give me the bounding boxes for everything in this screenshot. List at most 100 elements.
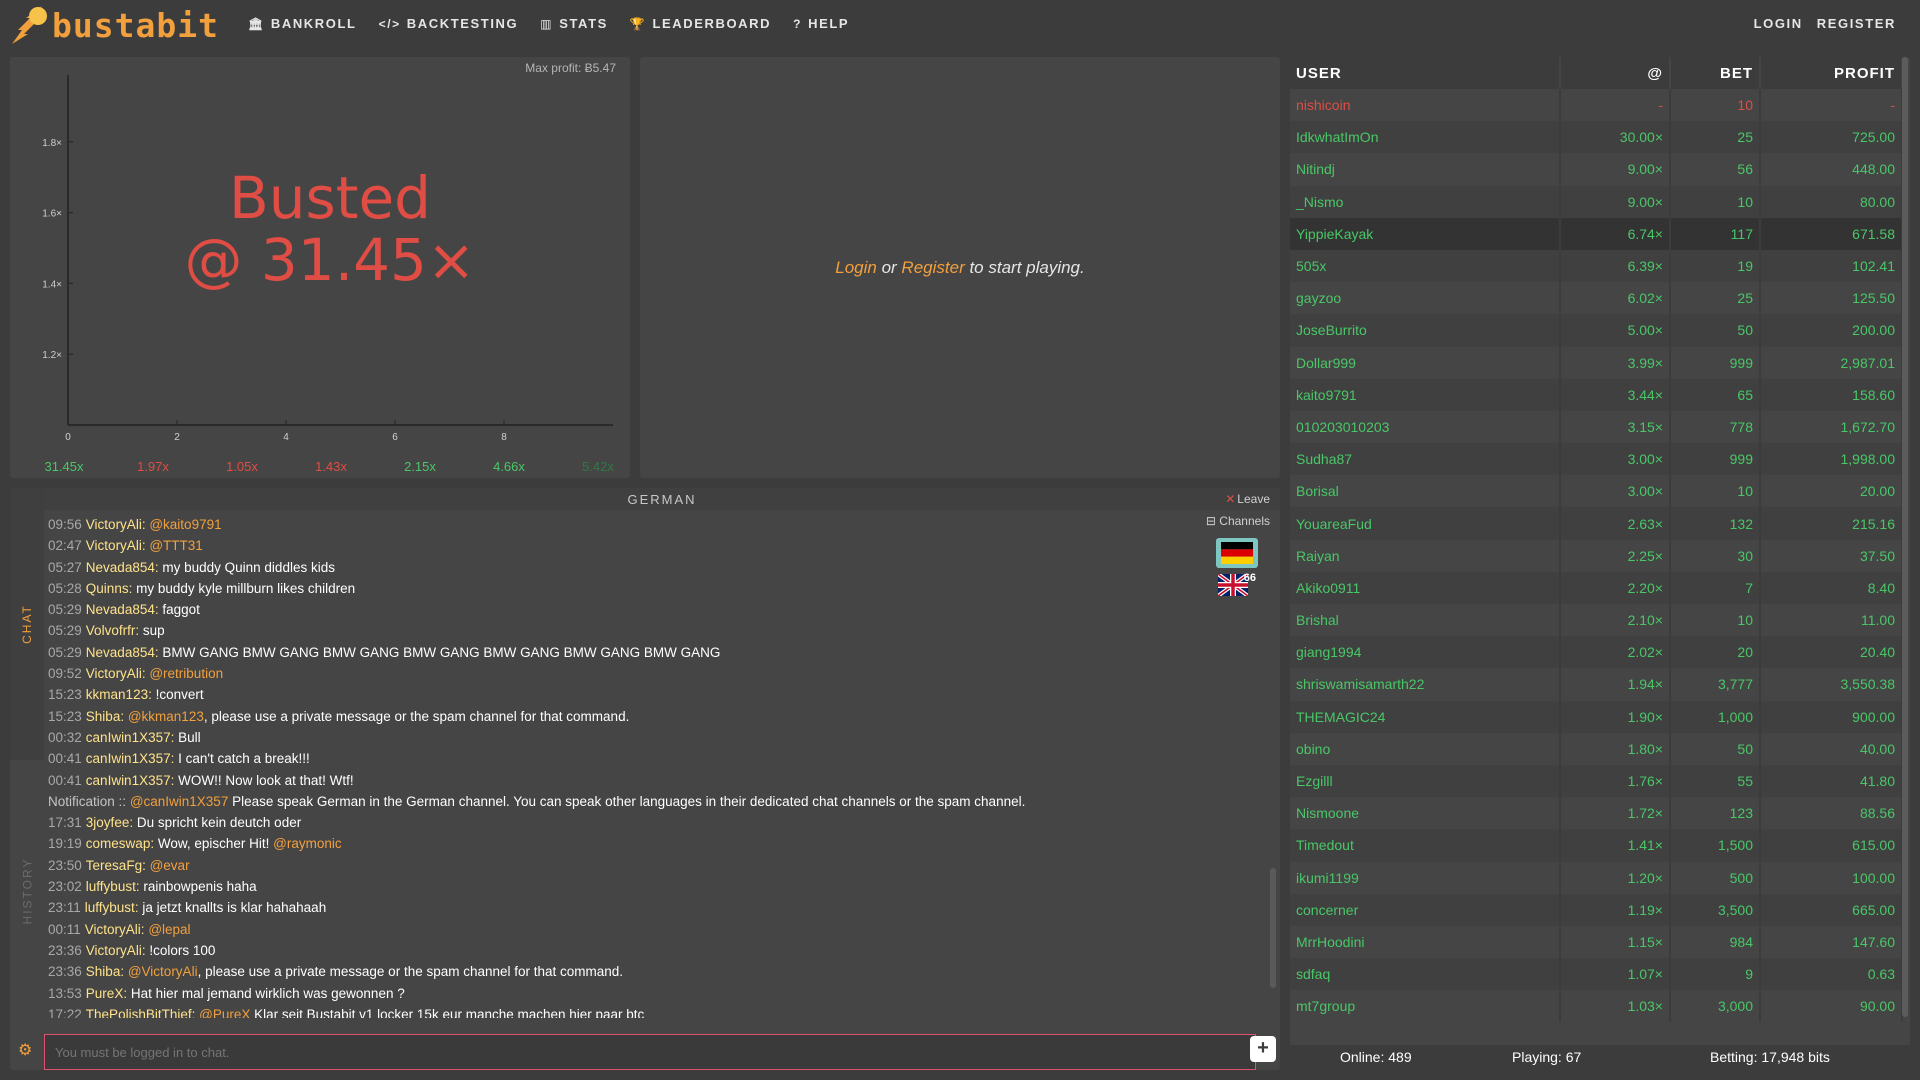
player-name[interactable]: sdfaq [1290, 958, 1561, 991]
message-username[interactable]: luffybust: [85, 900, 139, 915]
player-name[interactable]: kaito9791 [1290, 378, 1561, 411]
player-row[interactable]: Sudha87 3.00× 999 1,998.00 [1290, 443, 1903, 476]
player-row[interactable]: Nismoone 1.72× 123 88.56 [1290, 797, 1903, 830]
player-row[interactable]: obino 1.80× 50 40.00 [1290, 732, 1903, 765]
message-username[interactable]: ThePolishBitThief: [86, 1007, 196, 1018]
chat-mention[interactable]: @PureX [199, 1007, 250, 1018]
history-item[interactable]: 1.97x [113, 459, 193, 474]
header-profit[interactable]: PROFIT [1760, 57, 1903, 89]
header-bet[interactable]: BET [1670, 57, 1761, 89]
bet-login-link[interactable]: Login [835, 258, 877, 277]
history-item[interactable]: 31.45x [24, 459, 104, 474]
message-username[interactable]: comeswap: [86, 836, 154, 851]
player-row[interactable]: Timedout 1.41× 1,500 615.00 [1290, 829, 1903, 862]
chat-input[interactable] [44, 1034, 1256, 1070]
player-row[interactable]: Nitindj 9.00× 56 448.00 [1290, 153, 1903, 186]
header-at[interactable]: @ [1560, 57, 1671, 89]
player-row[interactable]: gayzoo 6.02× 25 125.50 [1290, 282, 1903, 315]
tab-chat[interactable]: CHAT [10, 488, 44, 760]
player-row[interactable]: Brishal 2.10× 10 11.00 [1290, 604, 1903, 637]
history-item[interactable]: 1.05x [202, 459, 282, 474]
chat-mention[interactable]: @kkman123 [128, 709, 204, 724]
player-row[interactable]: Dollar999 3.99× 999 2,987.01 [1290, 346, 1903, 379]
chat-mention[interactable]: @canIwin1X357 [130, 794, 229, 809]
player-row[interactable]: _Nismo 9.00× 10 80.00 [1290, 185, 1903, 218]
history-item[interactable]: 2.15x [380, 459, 460, 474]
message-username[interactable]: Nevada854: [86, 602, 159, 617]
player-name[interactable]: THEMAGIC24 [1290, 700, 1561, 733]
history-item[interactable]: 5.42x [558, 459, 638, 474]
header-user[interactable]: USER [1290, 57, 1561, 89]
player-name[interactable]: Borisal [1290, 475, 1561, 508]
players-scrollbar[interactable] [1902, 57, 1908, 1017]
player-row[interactable]: kaito9791 3.44× 65 158.60 [1290, 378, 1903, 411]
message-username[interactable]: canIwin1X357: [86, 730, 175, 745]
player-name[interactable]: YippieKayak [1290, 217, 1561, 250]
chat-mention[interactable]: @TTT31 [149, 538, 202, 553]
message-username[interactable]: VictoryAli: [86, 517, 146, 532]
message-username[interactable]: VictoryAli: [85, 922, 145, 937]
player-name[interactable]: gayzoo [1290, 282, 1561, 315]
player-name[interactable]: Akiko0911 [1290, 571, 1561, 604]
player-row[interactable]: Raiyan 2.25× 30 37.50 [1290, 539, 1903, 572]
player-name[interactable]: nishicoin [1290, 89, 1561, 122]
player-name[interactable]: IdkwhatImOn [1290, 121, 1561, 154]
player-name[interactable]: Brishal [1290, 604, 1561, 637]
player-row[interactable]: JoseBurrito 5.00× 50 200.00 [1290, 314, 1903, 347]
message-username[interactable]: 3joyfee: [86, 815, 133, 830]
player-name[interactable]: shriswamisamarth22 [1290, 668, 1561, 701]
chat-mention[interactable]: @evar [150, 858, 190, 873]
history-item[interactable]: 4.66x [469, 459, 549, 474]
nav-backtesting[interactable]: </> BACKTESTING [379, 16, 519, 31]
player-row[interactable]: 505x 6.39× 19 102.41 [1290, 249, 1903, 283]
chat-mention[interactable]: @VictoryAli [128, 964, 198, 979]
player-row[interactable]: giang1994 2.02× 20 20.40 [1290, 636, 1903, 669]
gear-icon[interactable]: ⚙ [18, 1040, 32, 1060]
player-row[interactable]: Akiko0911 2.20× 7 8.40 [1290, 571, 1903, 604]
player-name[interactable]: concerner [1290, 893, 1561, 926]
chat-mention[interactable]: @retribution [149, 666, 223, 681]
message-username[interactable]: Nevada854: [86, 560, 159, 575]
login-link[interactable]: LOGIN [1754, 16, 1803, 31]
player-name[interactable]: MrrHoodini [1290, 925, 1561, 959]
message-username[interactable]: VictoryAli: [86, 666, 146, 681]
register-link[interactable]: REGISTER [1817, 16, 1896, 31]
player-name[interactable]: Nitindj [1290, 153, 1561, 186]
player-row[interactable]: IdkwhatImOn 30.00× 25 725.00 [1290, 121, 1903, 154]
player-name[interactable]: YouareaFud [1290, 507, 1561, 540]
player-name[interactable]: giang1994 [1290, 636, 1561, 669]
message-username[interactable]: Shiba: [86, 709, 124, 724]
player-name[interactable]: Nismoone [1290, 797, 1561, 830]
player-row[interactable]: concerner 1.19× 3,500 665.00 [1290, 893, 1903, 926]
player-name[interactable]: JoseBurrito [1290, 314, 1561, 347]
player-name[interactable]: obino [1290, 732, 1561, 765]
nav-help[interactable]: ? HELP [793, 16, 849, 31]
message-username[interactable]: Nevada854: [86, 645, 159, 660]
player-name[interactable]: Raiyan [1290, 539, 1561, 572]
player-name[interactable]: Timedout [1290, 829, 1561, 862]
player-row[interactable]: shriswamisamarth22 1.94× 3,777 3,550.38 [1290, 668, 1903, 701]
message-username[interactable]: Volvofrfr: [86, 623, 139, 638]
message-username[interactable]: PureX: [86, 986, 127, 1001]
player-row[interactable]: Borisal 3.00× 10 20.00 [1290, 475, 1903, 508]
player-row[interactable]: nishicoin -10- [1290, 89, 1903, 122]
player-name[interactable]: mt7group [1290, 990, 1561, 1023]
player-name[interactable]: 010203010203 [1290, 410, 1561, 444]
nav-stats[interactable]: ▥ STATS [540, 16, 608, 31]
player-row[interactable]: ikumi1199 1.20× 500 100.00 [1290, 861, 1903, 894]
player-row[interactable]: MrrHoodini 1.15× 984 147.60 [1290, 925, 1903, 959]
message-username[interactable]: Shiba: [86, 964, 124, 979]
history-item[interactable]: 1.43x [291, 459, 371, 474]
chat-mention[interactable]: @lepal [148, 922, 190, 937]
bet-register-link[interactable]: Register [901, 258, 964, 277]
nav-bankroll[interactable]: 🏛 BANKROLL [248, 16, 357, 31]
chat-mention[interactable]: @kaito9791 [149, 517, 221, 532]
leave-channel-button[interactable]: ✕ Leave [1225, 492, 1270, 506]
message-username[interactable]: luffybust: [86, 879, 140, 894]
message-username[interactable]: Quinns: [86, 581, 133, 596]
tab-history[interactable]: HISTORY [10, 760, 44, 1022]
message-username[interactable]: canIwin1X357: [86, 773, 175, 788]
player-row[interactable]: Ezgilll 1.76× 55 41.80 [1290, 764, 1903, 798]
player-row[interactable]: 010203010203 3.15× 778 1,672.70 [1290, 410, 1903, 444]
chat-scrollbar[interactable] [1270, 868, 1276, 988]
